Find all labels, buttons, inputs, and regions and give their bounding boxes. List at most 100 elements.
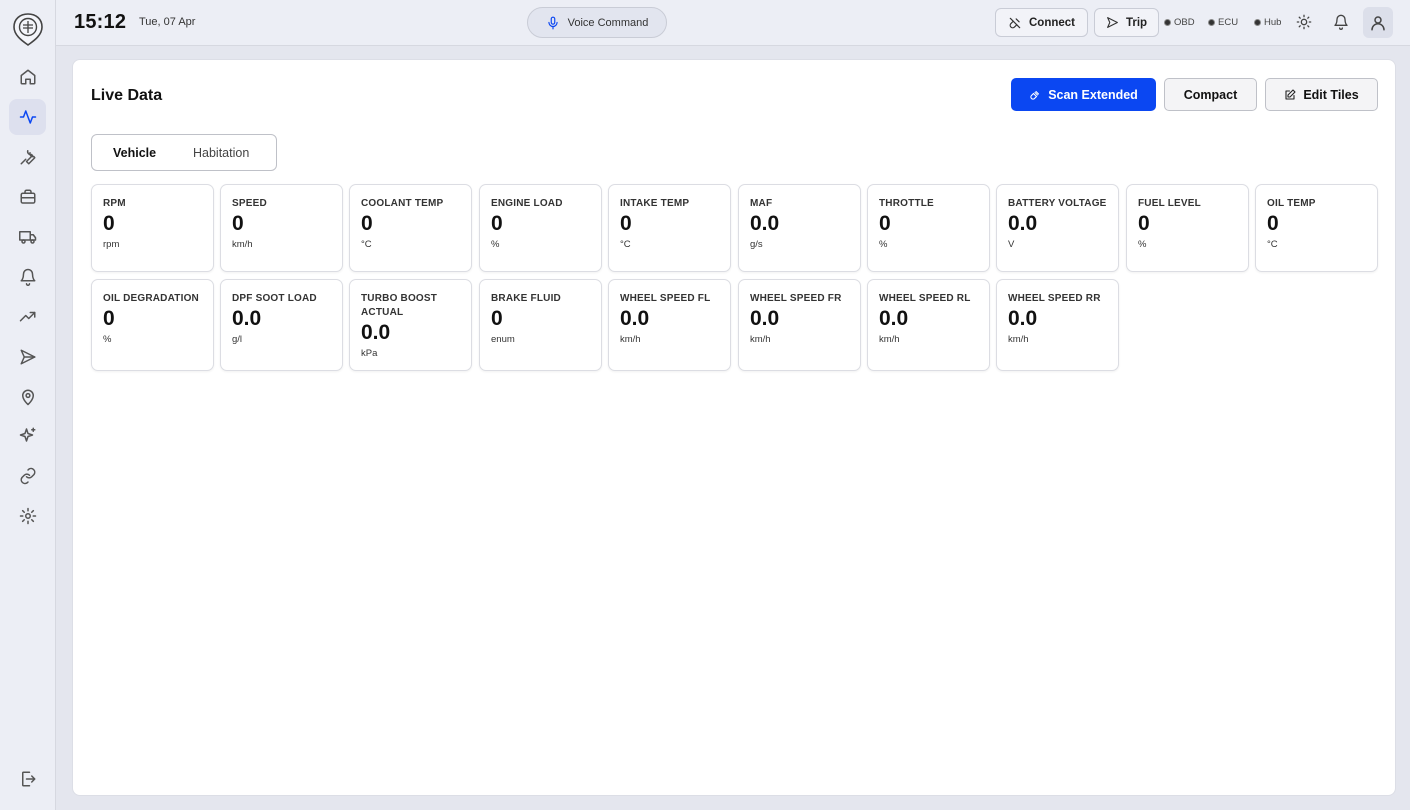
tile-unit: km/h (620, 334, 641, 345)
status-ecu: ECU (1208, 17, 1238, 28)
sun-icon (1296, 14, 1312, 30)
status-hub: Hub (1254, 17, 1281, 28)
tile-wheel-speed-fr[interactable]: WHEEL SPEED FR 0.0 km/h (738, 279, 861, 371)
nav-links[interactable] (9, 458, 46, 494)
status-label: ECU (1218, 17, 1239, 28)
send-icon (1107, 17, 1118, 28)
nav-trends[interactable] (9, 299, 46, 335)
edit-tiles-button[interactable]: Edit Tiles (1265, 78, 1378, 111)
trending-icon (19, 311, 35, 322)
tile-unit: % (879, 239, 888, 250)
tile-value: 0.0 (361, 321, 391, 344)
tile-unit: V (1008, 239, 1015, 250)
plug-icon (1030, 90, 1040, 100)
nav-alerts[interactable] (9, 259, 46, 295)
nav-location[interactable] (9, 379, 46, 415)
tile-value: 0 (1267, 212, 1279, 235)
tile-wheel-speed-rr[interactable]: WHEEL SPEED RR 0.0 km/h (996, 279, 1119, 371)
tile-label: OIL DEGRADATION (103, 293, 199, 304)
tile-fuel-level[interactable]: FUEL LEVEL 0 % (1126, 184, 1249, 272)
user-avatar[interactable] (1363, 7, 1393, 38)
notifications-button[interactable] (1333, 14, 1349, 30)
tile-engine-load[interactable]: ENGINE LOAD 0 % (479, 184, 602, 272)
sidebar (0, 0, 56, 810)
tile-label: DPF SOOT LOAD (232, 293, 317, 304)
logout-button[interactable] (19, 770, 37, 788)
status-dot (1164, 19, 1171, 26)
wrench-icon (20, 150, 35, 165)
tile-wheel-speed-fl[interactable]: WHEEL SPEED FL 0.0 km/h (608, 279, 731, 371)
tile-oil-temp[interactable]: OIL TEMP 0 °C (1255, 184, 1378, 272)
tile-label: INTAKE TEMP (620, 198, 690, 209)
tile-brake-fluid[interactable]: BRAKE FLUID 0 enum (479, 279, 602, 371)
tile-unit: km/h (1008, 334, 1029, 345)
theme-toggle[interactable] (1296, 14, 1312, 30)
tile-unit: km/h (232, 239, 253, 250)
tile-wheel-speed-rl[interactable]: WHEEL SPEED RL 0.0 km/h (867, 279, 990, 371)
status-label: OBD (1174, 17, 1195, 28)
compact-button[interactable]: Compact (1164, 78, 1257, 111)
tile-maf[interactable]: MAF 0.0 g/s (738, 184, 861, 272)
voice-command-label: Voice Command (567, 16, 649, 29)
trip-button[interactable]: Trip (1094, 8, 1159, 37)
tile-unit: g/s (750, 239, 763, 250)
tile-coolant-temp[interactable]: COOLANT TEMP 0 °C (349, 184, 472, 272)
nav-vehicle[interactable] (9, 219, 46, 255)
nav-ai[interactable] (9, 417, 46, 453)
connect-button[interactable]: Connect (995, 8, 1088, 37)
send-icon (20, 349, 35, 365)
nav-live-data[interactable] (9, 99, 46, 135)
data-tabs: Vehicle Habitation (91, 134, 277, 171)
status-label: Hub (1264, 17, 1282, 28)
tile-battery-voltage[interactable]: BATTERY VOLTAGE 0.0 V (996, 184, 1119, 272)
tile-value: 0 (491, 212, 503, 235)
tile-label: OIL TEMP (1267, 198, 1316, 209)
tile-unit: enum (491, 334, 515, 345)
tile-label: MAF (750, 198, 773, 209)
tile-label: BATTERY VOLTAGE (1008, 198, 1107, 209)
app-logo[interactable] (12, 12, 44, 46)
live-data-panel: Live Data Scan Extended Compact Edit Til… (72, 59, 1396, 796)
tile-speed[interactable]: SPEED 0 km/h (220, 184, 343, 272)
nav-settings[interactable] (9, 498, 46, 534)
voice-command-button[interactable]: Voice Command (527, 7, 667, 38)
tile-oil-degradation[interactable]: OIL DEGRADATION 0 % (91, 279, 214, 371)
nav-tools[interactable] (9, 139, 46, 175)
tile-value: 0.0 (232, 307, 262, 330)
tile-label: ENGINE LOAD (491, 198, 563, 209)
map-pin-icon (21, 389, 34, 406)
tile-intake-temp[interactable]: INTAKE TEMP 0 °C (608, 184, 731, 272)
tile-unit: rpm (103, 239, 120, 250)
scan-extended-button[interactable]: Scan Extended (1011, 78, 1156, 111)
user-icon (1371, 15, 1385, 30)
tile-label: RPM (103, 198, 126, 209)
page-title: Live Data (91, 87, 163, 104)
tab-vehicle[interactable]: Vehicle (113, 146, 156, 160)
nav-send[interactable] (9, 339, 46, 375)
link-icon (20, 467, 35, 485)
plug-off-icon (1009, 17, 1021, 28)
tab-habitation[interactable]: Habitation (193, 146, 249, 160)
nav-home[interactable] (9, 59, 46, 95)
bell-icon (1334, 14, 1348, 30)
tile-label: WHEEL SPEED RR (1008, 293, 1101, 304)
nav-toolbox[interactable] (9, 179, 46, 215)
status-dot (1254, 19, 1261, 26)
edit-icon (1285, 88, 1296, 100)
tile-turbo-boost-actual[interactable]: TURBO BOOST ACTUAL 0.0 kPa (349, 279, 472, 371)
sparkles-icon (19, 427, 35, 442)
tile-value: 0 (103, 212, 115, 235)
tile-rpm[interactable]: RPM 0 rpm (91, 184, 214, 272)
tile-value: 0.0 (1008, 307, 1038, 330)
tile-dpf-soot-load[interactable]: DPF SOOT LOAD 0.0 g/l (220, 279, 343, 371)
gear-icon (19, 507, 36, 525)
tile-label: FUEL LEVEL (1138, 198, 1201, 209)
top-bar: 15:12 Tue, 07 Apr Voice Command Connect … (56, 0, 1410, 46)
bell-icon (20, 268, 35, 286)
tile-throttle[interactable]: THROTTLE 0 % (867, 184, 990, 272)
tile-label: WHEEL SPEED RL (879, 293, 971, 304)
home-icon (20, 69, 35, 85)
tile-label: THROTTLE (879, 198, 934, 209)
tile-value: 0.0 (750, 307, 780, 330)
tile-unit: g/l (232, 334, 243, 345)
